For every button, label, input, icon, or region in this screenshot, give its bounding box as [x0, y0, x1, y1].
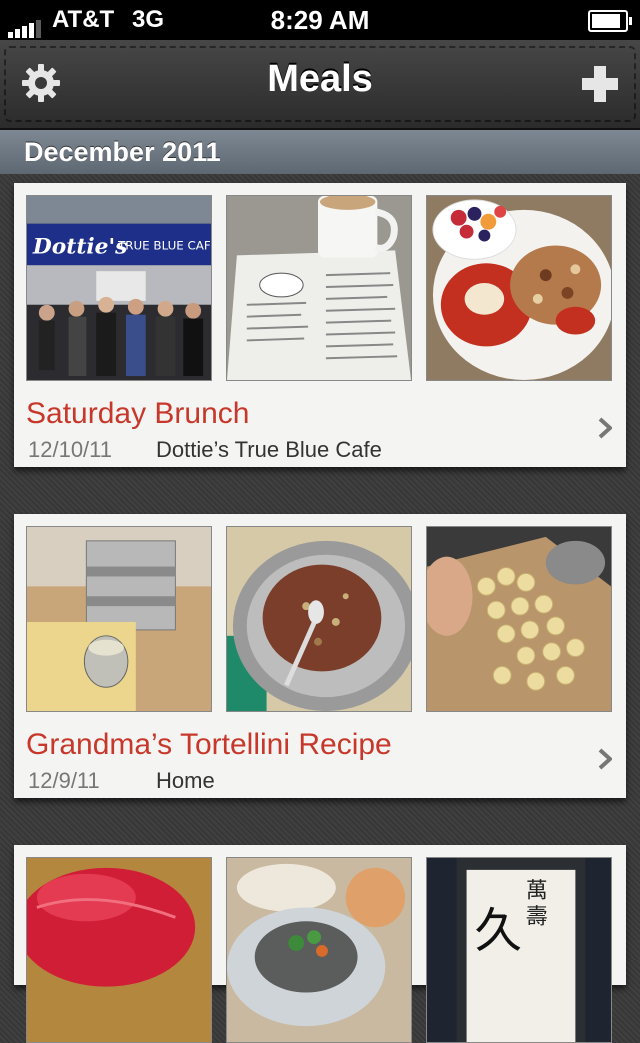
- meal-title: Grandma’s Tortellini Recipe: [26, 728, 392, 761]
- svg-text:壽: 壽: [526, 904, 548, 929]
- status-time: 8:29 AM: [270, 5, 370, 35]
- svg-text:TRUE BLUE CAFE: TRUE BLUE CAFE: [117, 238, 211, 252]
- storefront-photo: Dottie's TRUE BLUE CAFE: [26, 195, 212, 381]
- plus-icon: [582, 66, 618, 102]
- filling-bowl-photo: [226, 526, 412, 712]
- meal-card[interactable]: 萬 壽 久: [14, 845, 626, 1043]
- svg-text:久: 久: [474, 904, 521, 959]
- meal-card[interactable]: Dottie's TRUE BLUE CAFE Saturday Brunch …: [14, 183, 626, 467]
- meal-card[interactable]: Grandma’s Tortellini Recipe 12/9/11 Home: [14, 514, 626, 798]
- breakfast-plate-photo: [426, 195, 612, 381]
- battery-icon: [588, 10, 632, 32]
- meal-date: 12/9/11: [28, 768, 100, 793]
- menu-coffee-photo: [226, 195, 412, 381]
- add-meal-button[interactable]: [580, 64, 620, 104]
- oyster-photo: [226, 857, 412, 1043]
- chevron-right-icon: [598, 748, 612, 770]
- meal-location: Dottie’s True Blue Cafe: [156, 437, 382, 462]
- svg-text:萬: 萬: [526, 879, 548, 904]
- meal-location: Home: [156, 768, 215, 793]
- status-bar: AT&T 3G 8:29 AM: [0, 0, 640, 40]
- tuna-sashimi-photo: [26, 857, 212, 1043]
- page-title: Meals: [267, 58, 373, 100]
- pasta-machine-photo: [26, 526, 212, 712]
- section-header: December 2011: [0, 130, 640, 174]
- navigation-bar: Meals: [0, 40, 640, 130]
- sake-bottle-photo: 萬 壽 久: [426, 857, 612, 1043]
- meal-date: 12/10/11: [28, 437, 113, 462]
- meal-title: Saturday Brunch: [26, 397, 250, 430]
- tortellini-tray-photo: [426, 526, 612, 712]
- svg-text:Dottie's: Dottie's: [32, 234, 127, 259]
- chevron-right-icon: [598, 417, 612, 439]
